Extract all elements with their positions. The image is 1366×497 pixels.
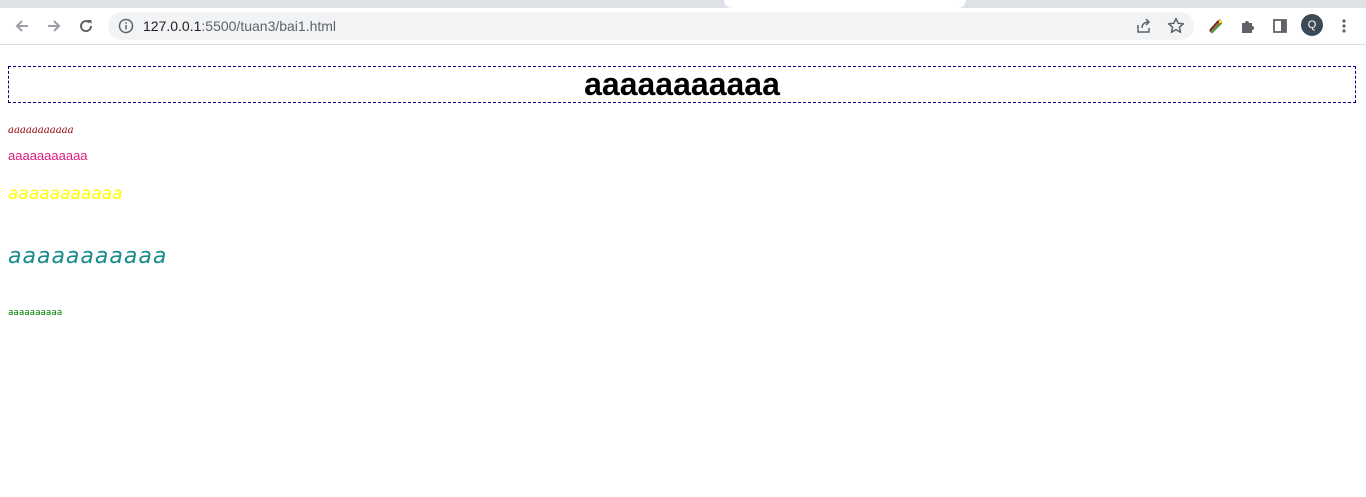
address-bar[interactable]: 127.0.0.1:5500/tuan3/bai1.html [108, 12, 1194, 40]
forward-button[interactable] [42, 14, 66, 38]
page-heading-box: aaaaaaaaaaa [8, 66, 1356, 103]
three-dots-vertical-icon [1342, 19, 1346, 33]
url-host: 127.0.0.1 [143, 18, 202, 34]
reload-icon [80, 20, 93, 33]
back-button[interactable] [10, 14, 34, 38]
text-line-1: aaaaaaaaaaa [8, 125, 74, 136]
side-panel-icon [1273, 19, 1287, 33]
text-line-2: aaaaaaaaaaa [8, 148, 88, 163]
colored-brush-extension-icon [1209, 19, 1223, 34]
url-path: :5500/tuan3/bai1.html [201, 18, 337, 34]
browser-menu-button[interactable] [1332, 14, 1356, 38]
profile-avatar[interactable]: Q [1301, 14, 1323, 36]
tab-strip [0, 0, 1366, 8]
arrow-left-icon [15, 20, 28, 32]
extension-app-button[interactable] [1204, 14, 1228, 38]
text-line-3: aaaaaaaaaaa [8, 184, 123, 204]
page-heading: aaaaaaaaaaa [584, 66, 780, 102]
info-icon[interactable] [118, 18, 134, 34]
text-line-4: aaaaaaaaaaa [8, 244, 168, 269]
browser-toolbar: 127.0.0.1:5500/tuan3/bai1.html Q [0, 8, 1366, 45]
page-content: aaaaaaaaaaa aaaaaaaaaaa aaaaaaaaaaa aaaa… [0, 45, 1366, 497]
puzzle-icon [1242, 21, 1254, 33]
active-tab[interactable] [724, 0, 966, 8]
url-text[interactable]: 127.0.0.1:5500/tuan3/bai1.html [143, 18, 336, 34]
star-icon[interactable] [1166, 16, 1186, 36]
reload-button[interactable] [74, 14, 98, 38]
arrow-right-icon [48, 20, 61, 32]
text-line-5: aaaaaaaaaa [8, 308, 63, 318]
share-icon[interactable] [1134, 16, 1154, 36]
extensions-button[interactable] [1236, 14, 1260, 38]
side-panel-button[interactable] [1268, 14, 1292, 38]
